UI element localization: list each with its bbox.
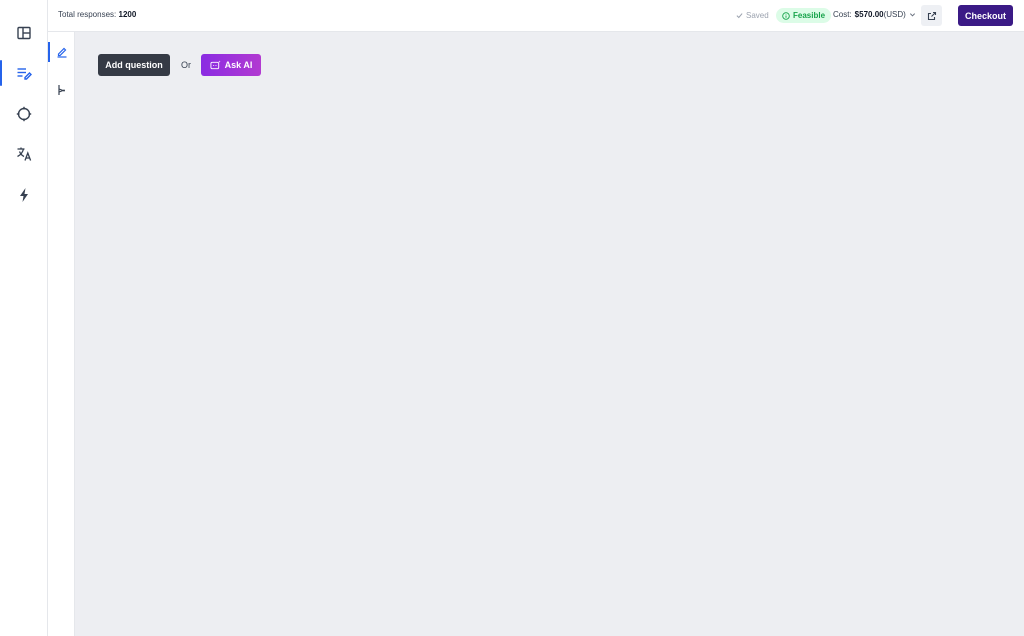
left-nav-rail [0, 0, 48, 636]
cost-currency: (USD) [883, 10, 906, 19]
cost-label: Cost: [833, 10, 852, 19]
info-circle-icon [782, 11, 790, 20]
top-header: Total responses: 1200 Saved Feasible Cos… [48, 0, 1024, 32]
rail-item-automation[interactable] [0, 182, 48, 208]
total-responses: Total responses: 1200 [58, 10, 136, 19]
saved-label: Saved [746, 11, 769, 20]
ask-ai-button[interactable]: Ask AI [201, 54, 261, 76]
cost-dropdown[interactable]: Cost: $570.00(USD) [833, 10, 916, 19]
checkout-button[interactable]: Checkout [958, 5, 1013, 26]
target-crosshair-icon [16, 106, 32, 122]
open-preview-button[interactable] [921, 5, 942, 26]
rail-item-targeting[interactable] [0, 101, 48, 127]
editor-subrail [48, 32, 75, 636]
layout-panel-icon [17, 26, 31, 40]
ask-ai-label: Ask AI [224, 60, 253, 70]
edit-list-icon [17, 68, 32, 80]
add-question-button[interactable]: Add question [98, 54, 170, 76]
external-link-icon [927, 11, 936, 20]
translate-icon [17, 147, 32, 161]
lightning-icon [20, 188, 28, 202]
branch-logic-icon [57, 85, 65, 95]
rail-item-translate[interactable] [0, 141, 48, 167]
survey-canvas: Add question Or Ask AI [75, 32, 1024, 636]
rail-item-layout[interactable] [0, 20, 48, 46]
survey-editor-app: Total responses: 1200 Saved Feasible Cos… [0, 0, 1024, 636]
subrail-item-logic[interactable] [48, 80, 75, 100]
rail-item-editor[interactable] [0, 60, 48, 86]
subrail-item-edit[interactable] [48, 42, 75, 62]
pencil-icon [57, 47, 66, 58]
saved-status: Saved [736, 11, 769, 20]
feasible-label: Feasible [793, 11, 826, 20]
total-responses-value: 1200 [118, 10, 137, 19]
check-icon [736, 13, 743, 19]
or-separator: Or [181, 60, 191, 70]
chevron-down-icon [909, 13, 915, 17]
feasible-badge: Feasible [776, 8, 832, 23]
ai-sparkle-icon [210, 60, 221, 69]
cost-amount: $570.00 [854, 10, 884, 19]
total-responses-label: Total responses: [58, 10, 117, 19]
